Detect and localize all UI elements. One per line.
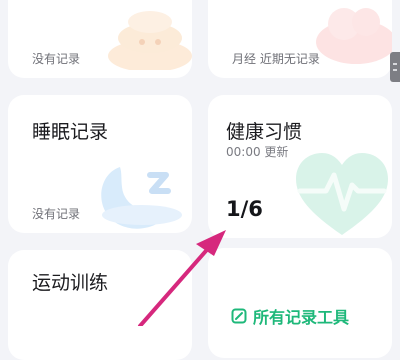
all-record-tools-label: 所有记录工具 (253, 308, 350, 327)
cloud-illustration-icon (316, 8, 392, 64)
poop-record-card[interactable]: 没有记录 (8, 0, 192, 78)
pencil-icon (231, 308, 247, 324)
moon-sleep-icon (101, 167, 182, 229)
exercise-card-title: 运动训练 (32, 272, 109, 294)
sleep-card-title: 睡眠记录 (32, 121, 109, 143)
side-drawer-handle[interactable] (390, 52, 400, 82)
habits-progress: 1/6 (226, 197, 263, 221)
healthy-habits-card[interactable]: 健康习惯 00:00 更新 1/6 (208, 95, 392, 238)
period-record-card[interactable]: 月经 近期无记录 (208, 0, 392, 78)
sleep-record-card[interactable]: 睡眠记录 没有记录 (8, 95, 192, 233)
exercise-record-card[interactable]: 运动训练 (8, 250, 192, 360)
poop-status-text: 没有记录 (32, 52, 81, 66)
period-status-text: 月经 近期无记录 (232, 52, 320, 66)
poop-illustration-icon (108, 11, 192, 70)
all-record-tools-button[interactable]: 所有记录工具 (231, 304, 349, 328)
heart-pulse-icon (296, 153, 388, 235)
habits-card-title: 健康习惯 (226, 121, 303, 143)
habits-update-time: 00:00 更新 (226, 145, 289, 159)
all-record-tools-card[interactable] (208, 248, 392, 358)
sleep-status-text: 没有记录 (32, 207, 81, 221)
